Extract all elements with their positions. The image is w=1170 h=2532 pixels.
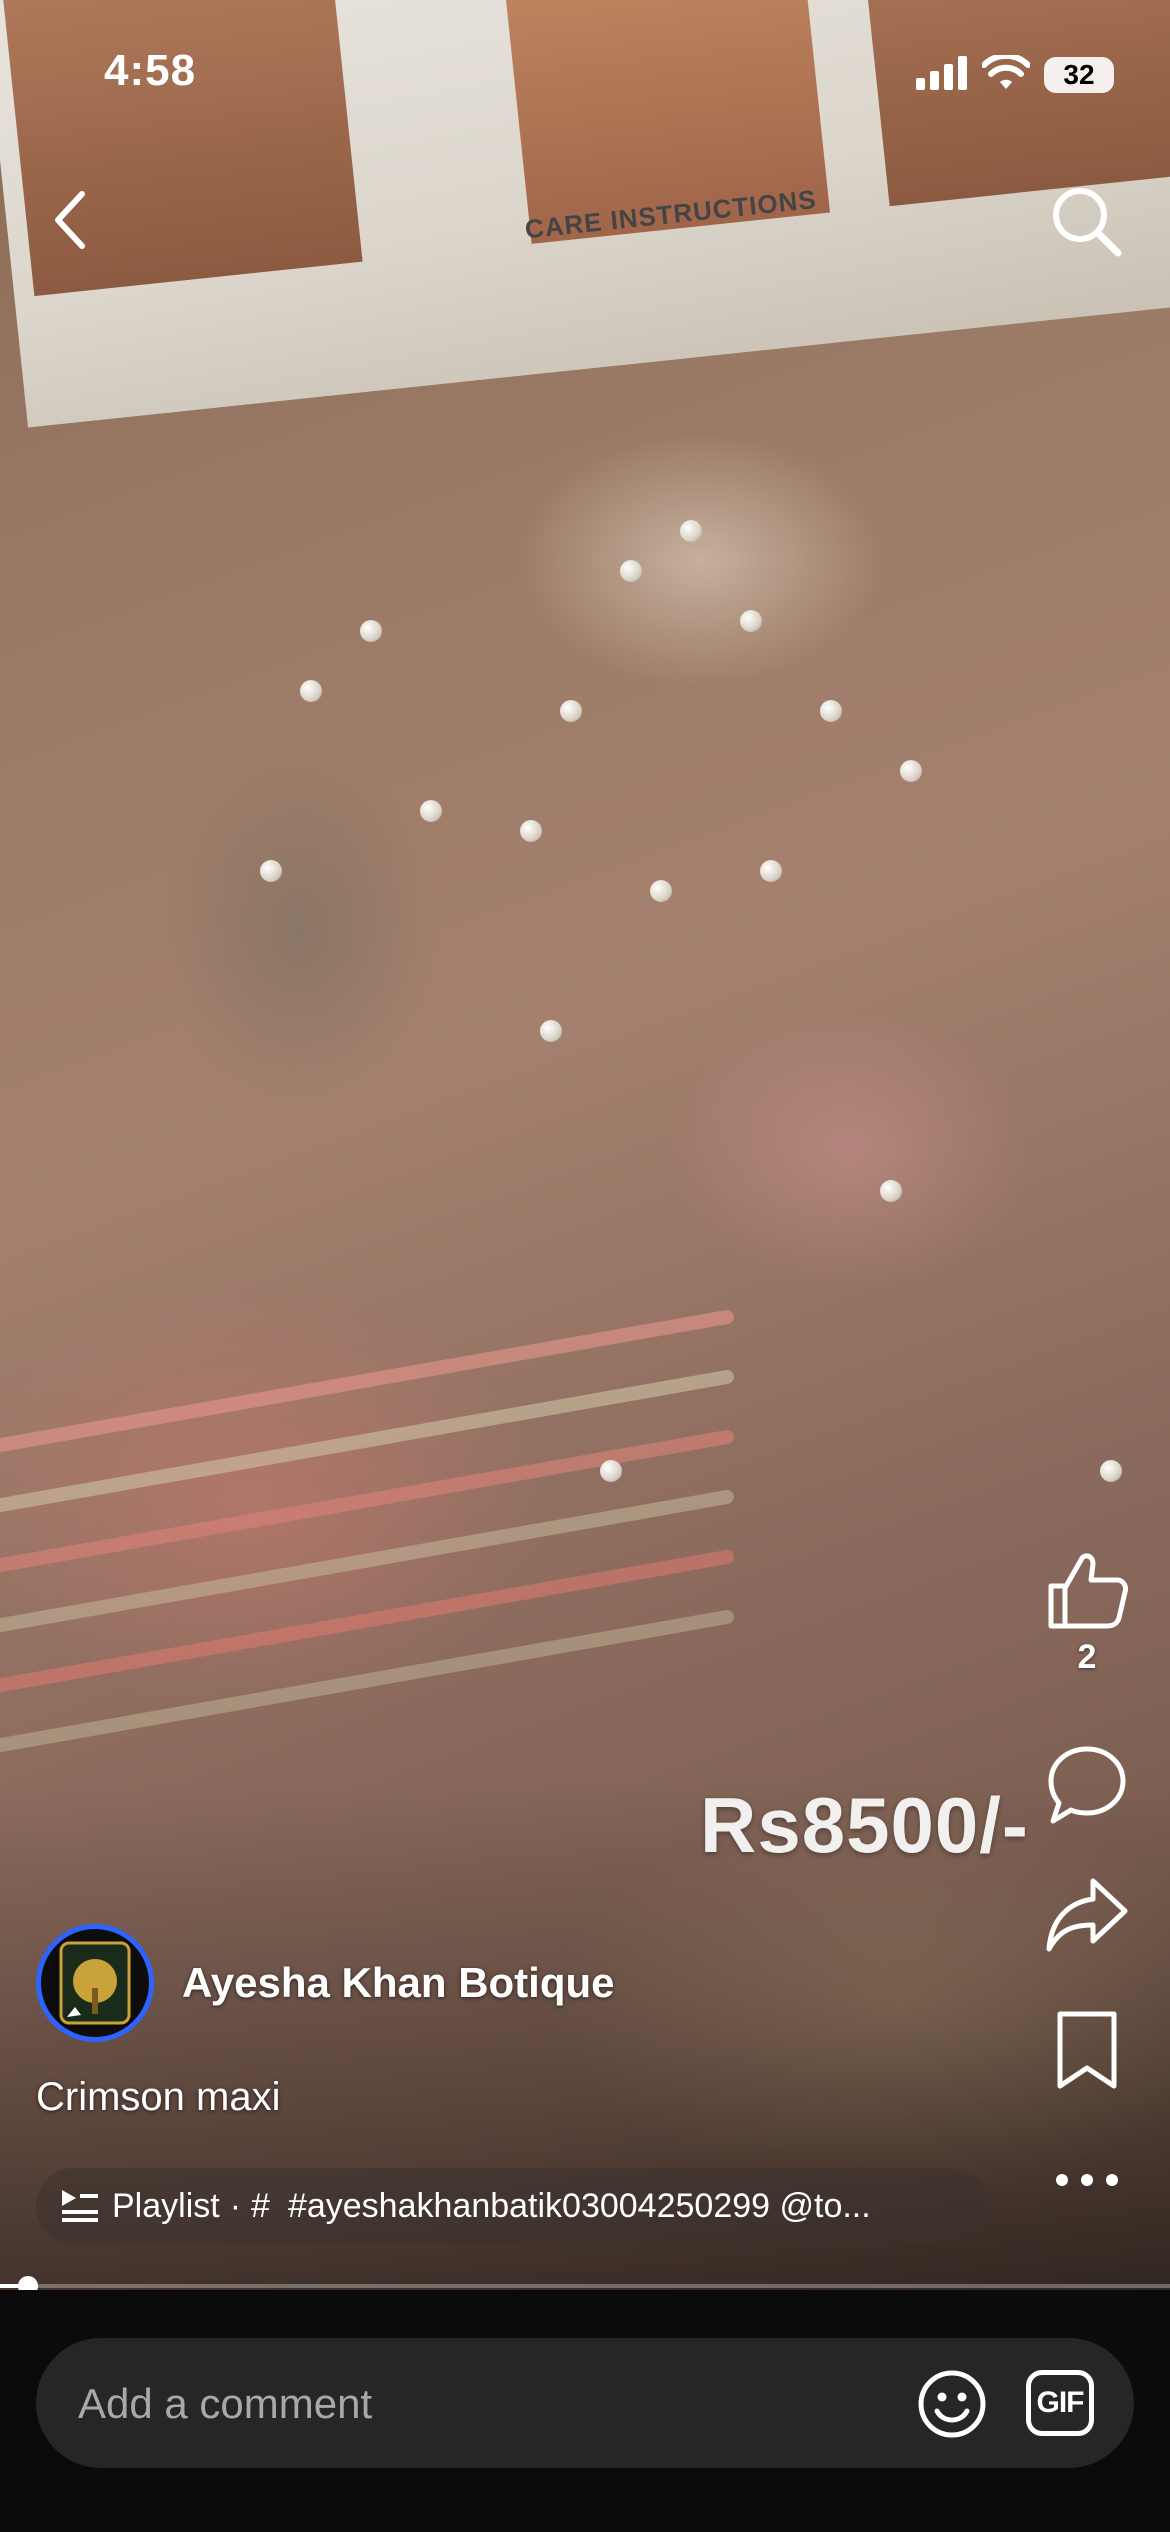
save-action <box>1022 2000 1152 2100</box>
battery-indicator: 32 <box>1044 57 1114 93</box>
hashtags-text[interactable]: #ayeshakhanbatik03004250299 @to... <box>288 2187 871 2226</box>
channel-logo-tree-icon <box>59 1941 131 2025</box>
like-action: 2 <box>1022 1540 1152 1677</box>
comment-action <box>1022 1735 1152 1835</box>
comment-box[interactable]: GIF <box>36 2338 1134 2470</box>
share-arrow-icon <box>1046 1878 1128 1952</box>
status-bar: 4:58 32 <box>0 0 1170 140</box>
emoji-button[interactable] <box>916 2368 988 2440</box>
channel-name[interactable]: Ayesha Khan Botique <box>182 1959 615 2007</box>
search-icon <box>1053 188 1122 257</box>
search-button[interactable] <box>1040 175 1132 267</box>
comment-bar: GIF <box>0 2290 1170 2532</box>
cellular-signal-icon <box>916 55 968 95</box>
playlist-separator: · <box>229 2186 242 2225</box>
avatar[interactable] <box>36 1924 154 2042</box>
like-count: 2 <box>1077 1638 1097 1676</box>
comment-input[interactable] <box>76 2338 900 2470</box>
comments-button[interactable] <box>1032 1735 1142 1835</box>
more-horizontal-icon <box>1056 2174 1118 2186</box>
video-progress-bar[interactable] <box>0 2284 1170 2288</box>
video-caption[interactable]: Crimson maxi <box>36 2075 280 2120</box>
wifi-icon <box>981 52 1031 96</box>
clock: 4:58 <box>104 46 197 95</box>
playlist-chip[interactable]: Playlist · # #ayeshakhanbatik03004250299… <box>36 2168 988 2244</box>
like-button[interactable] <box>1032 1540 1142 1640</box>
shorts-player-screen: CARE INSTRUCTIONS 4:58 32 Rs8500/- 2 Aye… <box>0 0 1170 2532</box>
hashtag-symbol: # <box>251 2186 270 2225</box>
playlist-label: Playlist <box>112 2186 220 2225</box>
more-options-button[interactable] <box>1032 2130 1142 2230</box>
share-button[interactable] <box>1032 1865 1142 1965</box>
status-icons: 32 <box>916 52 1114 98</box>
price-overlay-text: Rs8500/- <box>700 1781 1029 1869</box>
more-action <box>1022 2130 1152 2230</box>
gif-button[interactable]: GIF <box>1026 2370 1094 2436</box>
channel-info[interactable]: Ayesha Khan Botique <box>36 1924 615 2042</box>
save-button[interactable] <box>1032 2000 1142 2100</box>
comment-bubble-icon <box>1048 1746 1126 1824</box>
back-button[interactable] <box>40 180 100 260</box>
chevron-left-icon <box>55 191 85 249</box>
bookmark-icon <box>1057 2011 1117 2089</box>
smiley-icon <box>918 2370 986 2438</box>
share-action <box>1022 1865 1152 1965</box>
thumbs-up-icon <box>1048 1553 1128 1629</box>
playlist-icon <box>60 2188 100 2224</box>
